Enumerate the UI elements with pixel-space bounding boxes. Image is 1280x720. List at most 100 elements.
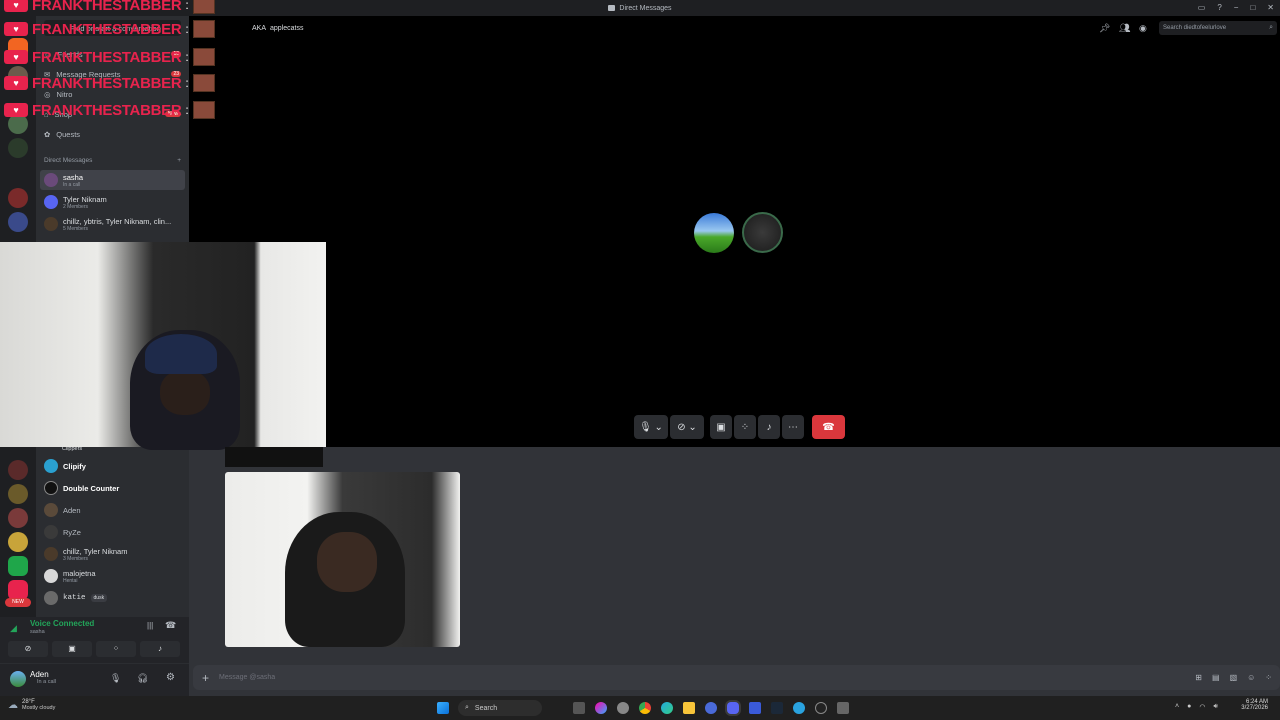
profile-icon[interactable]: ◉ (1139, 23, 1147, 34)
more-options-button[interactable]: ⋯ (782, 415, 804, 439)
soundboard-button[interactable]: ♪ (140, 641, 180, 657)
calculator-icon[interactable] (837, 702, 849, 714)
search-input[interactable]: Search diedtofeelurlove ⌕ (1159, 21, 1277, 35)
soundboard-button[interactable]: ♪ (758, 415, 780, 439)
activities-button[interactable]: ⁘ (96, 641, 136, 657)
apps-icon[interactable]: ⁘ (1265, 673, 1272, 682)
server-icon[interactable] (8, 138, 28, 158)
dm-item-sasha[interactable]: sasha In a call (40, 170, 185, 190)
kick-server-icon[interactable] (8, 556, 28, 576)
voice-connected-panel: ◢ Voice Connected sasha ||| ☎ ⊘ ▣ ⁘ ♪ (0, 617, 189, 664)
help-icon[interactable]: ? (1217, 3, 1221, 12)
dm-item-group[interactable]: chillz, ybtris, Tyler Niknam, clin... 5 M… (40, 214, 185, 234)
dm-status: 3 Members (63, 555, 89, 562)
server-icon[interactable] (8, 460, 28, 480)
maximize-button[interactable]: □ (1250, 3, 1255, 12)
message-input[interactable]: Message @sasha (219, 674, 275, 681)
camera-button[interactable]: ⊘ ⌄ (670, 415, 704, 439)
screen-share-button[interactable]: ▣ (52, 641, 92, 657)
chrome-icon[interactable] (639, 702, 651, 714)
leave-call-button[interactable]: ☎ (812, 415, 845, 439)
stream-overlay-row: ♥ FRANKTHESTABBER : (4, 74, 215, 92)
dm-item-chillz-tyler[interactable]: chillz, Tyler Niknam 3 Members (40, 544, 185, 564)
stream-overlay-row: ♥ FRANKTHESTABBER : (4, 101, 215, 119)
overlay-name: FRANKTHESTABBER (32, 48, 182, 66)
discord-icon[interactable] (727, 702, 739, 714)
system-tray: ˄ ● ◠ 🔊︎ (1175, 703, 1218, 711)
emoji-icon[interactable]: ☺ (1247, 673, 1255, 682)
call-participant-label: applecatss (270, 24, 304, 32)
windows-start-icon[interactable] (437, 702, 449, 714)
dm-item-tyler[interactable]: Tyler Niknam 2 Members (40, 192, 185, 212)
taskbar-search-label: Search (474, 704, 498, 712)
settings-gear-icon[interactable]: ⚙ (166, 672, 175, 683)
weather-desc: Mostly cloudy (22, 705, 56, 711)
chevron-up-icon[interactable]: ˄ (1175, 703, 1179, 711)
dm-item-ryze[interactable]: RyZe (40, 522, 185, 542)
participant-avatar[interactable] (694, 213, 734, 253)
app-icon[interactable] (705, 702, 717, 714)
dm-item-double-counter[interactable]: Double Counter (40, 478, 185, 498)
voice-channel-name[interactable]: sasha (30, 629, 45, 635)
app-icon[interactable] (617, 702, 629, 714)
inbox-icon[interactable]: ▭ (1198, 3, 1206, 12)
sticker-icon[interactable]: ▧ (1230, 673, 1238, 682)
disconnect-icon[interactable]: ☎ (165, 620, 176, 631)
server-icon[interactable] (8, 188, 28, 208)
participant-avatar[interactable] (742, 212, 783, 253)
sidebar-item-quests[interactable]: ✿ Quests (44, 126, 181, 142)
gif-icon[interactable]: ▤ (1212, 673, 1220, 682)
create-dm-icon[interactable]: + (177, 157, 181, 164)
dm-name: Double Counter (63, 483, 120, 493)
taskbar-search[interactable]: ⌕ Search (458, 700, 542, 716)
webcam-person-hat (145, 334, 217, 374)
call-participant-label: AKA (252, 24, 267, 32)
overlay-thumbnail (192, 48, 215, 66)
dm-item-clipify[interactable]: Clipify (40, 456, 185, 476)
server-icon[interactable] (8, 580, 28, 600)
avatar (44, 481, 58, 495)
mute-button[interactable]: 🎙︎ ⌄ (634, 415, 668, 439)
webcam-overlay (0, 242, 326, 450)
activities-button[interactable]: ⁘ (734, 415, 756, 439)
noise-suppression-icon[interactable]: ||| (147, 621, 153, 630)
dm-item-aden[interactable]: Aden (40, 500, 185, 520)
dm-item-malojetna[interactable]: malojetna Hentai (40, 566, 185, 586)
wifi-icon[interactable]: ◠ (1199, 703, 1205, 711)
overlay-name: FRANKTHESTABBER (32, 101, 182, 119)
steam-icon[interactable] (771, 702, 783, 714)
server-icon[interactable] (8, 532, 28, 552)
add-attachment-icon[interactable]: + (202, 671, 209, 685)
microphone-icon[interactable]: 🎙︎ (110, 673, 121, 684)
video-tile[interactable] (225, 472, 460, 647)
camera-off-button[interactable]: ⊘ (8, 641, 48, 657)
pin-icon[interactable]: 📌︎ (1099, 23, 1110, 34)
edge-icon[interactable] (661, 702, 673, 714)
add-friends-icon[interactable]: 👥︎ (1119, 23, 1130, 34)
search-icon: ⌕ (465, 704, 469, 711)
colon-glyph: : (185, 103, 189, 117)
close-button[interactable]: ✕ (1267, 3, 1274, 12)
weather-widget[interactable]: ☁ 28°F Mostly cloudy (8, 699, 55, 711)
search-icon: ⌕ (1269, 24, 1273, 31)
gift-icon[interactable]: ⊞ (1195, 673, 1202, 682)
avatar (44, 173, 58, 187)
app-icon[interactable] (749, 702, 761, 714)
copilot-icon[interactable] (595, 702, 607, 714)
server-icon[interactable] (8, 212, 28, 232)
message-composer[interactable]: + Message @sasha ⊞ ▤ ▧ ☺ ⁘ (193, 665, 1280, 690)
server-icon[interactable] (8, 508, 28, 528)
headphones-icon[interactable]: 🎧︎ (137, 673, 148, 684)
server-icon[interactable] (8, 484, 28, 504)
task-view-icon[interactable] (573, 702, 585, 714)
obs-icon[interactable] (815, 702, 827, 714)
volume-icon[interactable]: 🔊︎ (1213, 703, 1217, 711)
dm-item-katie[interactable]: katie dusk (40, 588, 185, 608)
clock[interactable]: 6:24 AM 3/27/2026 (1241, 699, 1268, 711)
file-explorer-icon[interactable] (683, 702, 695, 714)
minimize-button[interactable]: − (1234, 3, 1239, 12)
telegram-icon[interactable] (793, 702, 805, 714)
user-avatar[interactable] (10, 671, 26, 687)
tray-app-icon[interactable]: ● (1187, 703, 1191, 711)
screen-share-button[interactable]: ▣ (710, 415, 732, 439)
